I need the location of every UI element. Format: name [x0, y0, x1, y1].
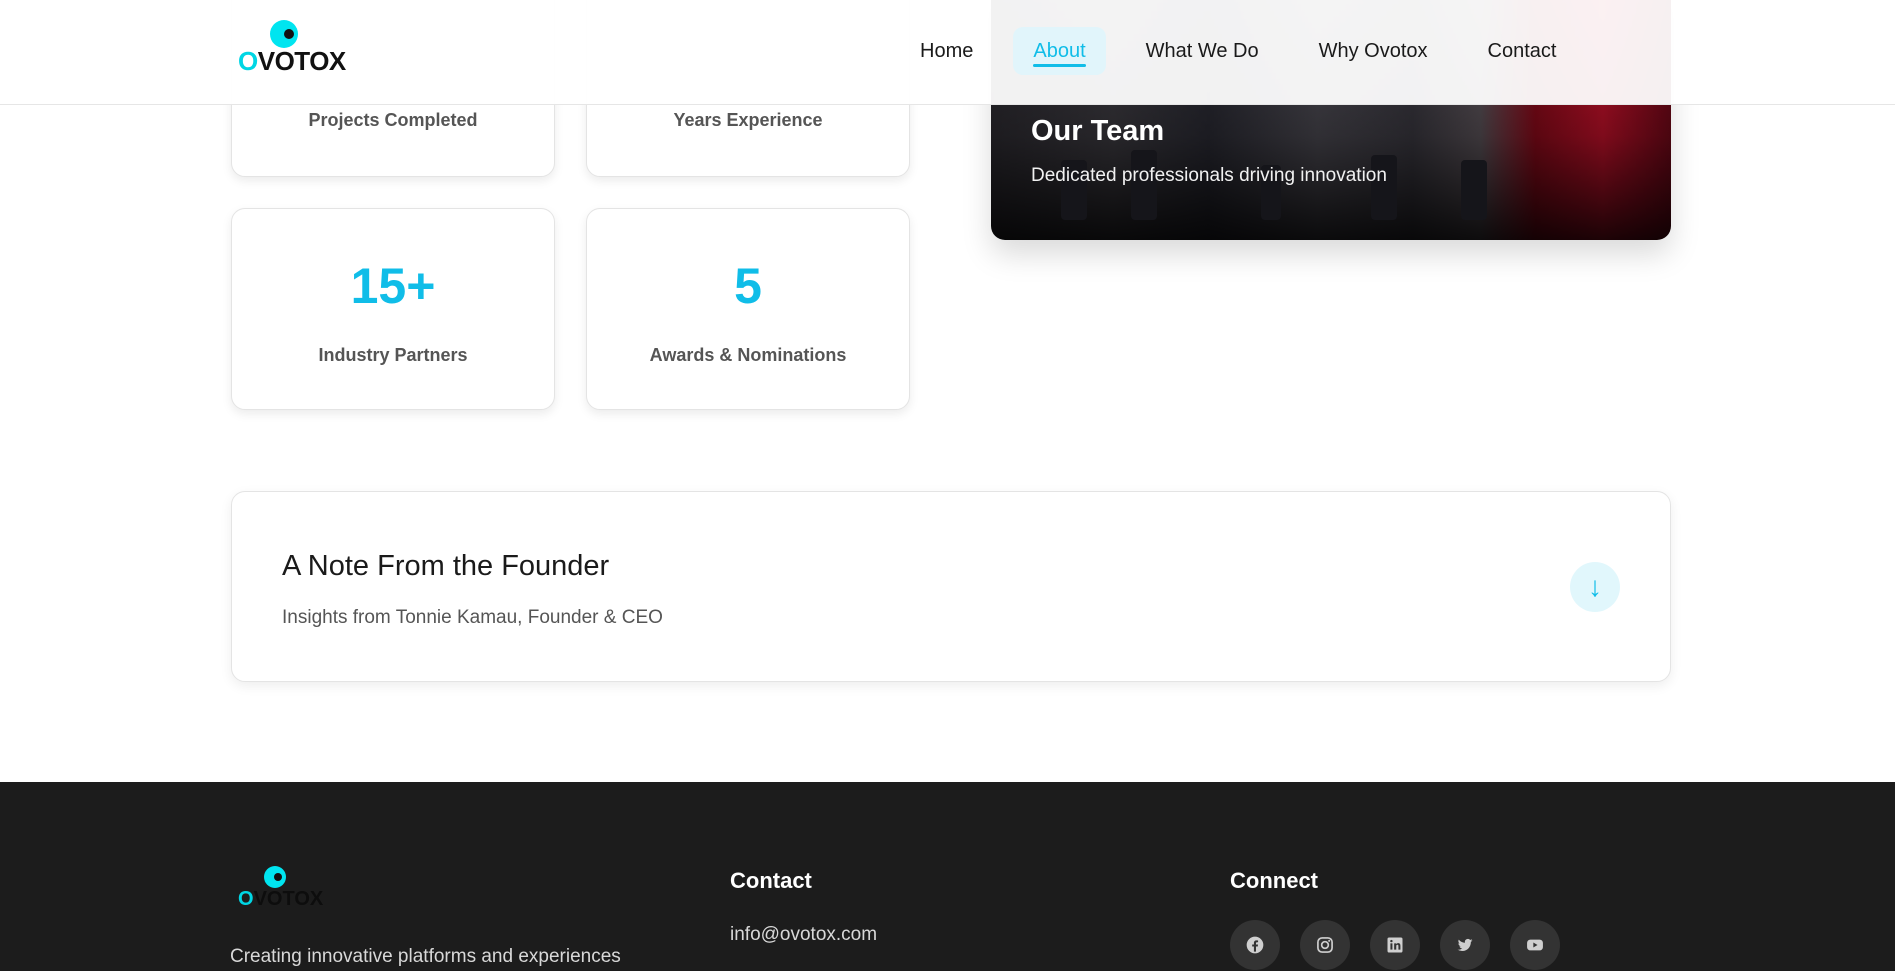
instagram-icon[interactable]	[1300, 920, 1350, 970]
team-title: Our Team	[1031, 115, 1165, 147]
footer-connect-title: Connect	[1230, 868, 1318, 893]
nav-why-ovotox[interactable]: Why Ovotox	[1299, 27, 1448, 75]
stat-card-partners: 15+ Industry Partners	[231, 208, 555, 410]
footer-email-link[interactable]: info@ovotox.com	[730, 924, 877, 946]
logo-wordmark: OVOTOX	[238, 888, 324, 910]
youtube-icon[interactable]	[1510, 920, 1560, 970]
logo-wordmark: OVOTOX	[238, 46, 346, 76]
stat-card-awards: 5 Awards & Nominations	[586, 208, 910, 410]
team-photo-detail	[1461, 160, 1487, 220]
site-footer: OVOTOX Creating innovative platforms and…	[0, 782, 1895, 971]
stat-label: Awards & Nominations	[649, 345, 847, 365]
team-subtitle: Dedicated professionals driving innovati…	[1031, 165, 1387, 186]
stat-number: 15+	[350, 258, 436, 314]
founder-note-card[interactable]: A Note From the Founder Insights from To…	[231, 491, 1671, 682]
expand-toggle-button[interactable]: ↓	[1570, 562, 1620, 612]
stat-number: 5	[734, 258, 762, 314]
footer-contact-title: Contact	[730, 868, 812, 893]
arrow-down-icon: ↓	[1588, 571, 1602, 602]
site-header: OVOTOX Home About What We Do Why Ovotox …	[0, 0, 1895, 105]
logo-pupil	[274, 873, 282, 881]
nav-about[interactable]: About	[1013, 27, 1106, 75]
stat-label: Years Experience	[673, 110, 823, 130]
social-links	[1230, 920, 1580, 970]
founder-note-title: A Note From the Founder	[282, 550, 610, 582]
nav-home[interactable]: Home	[900, 27, 993, 75]
linkedin-icon[interactable]	[1370, 920, 1420, 970]
footer-tagline: Creating innovative platforms and experi…	[230, 946, 621, 967]
facebook-icon[interactable]	[1230, 920, 1280, 970]
logo-pupil	[284, 29, 294, 39]
nav-what-we-do[interactable]: What We Do	[1126, 27, 1279, 75]
founder-note-subtitle: Insights from Tonnie Kamau, Founder & CE…	[282, 607, 663, 628]
nav-contact[interactable]: Contact	[1468, 27, 1577, 75]
stat-label: Industry Partners	[318, 345, 468, 365]
twitter-icon[interactable]	[1440, 920, 1490, 970]
main-nav: Home About What We Do Why Ovotox Contact	[900, 26, 1596, 76]
footer-logo[interactable]: OVOTOX	[236, 866, 323, 910]
ovotox-logo[interactable]: OVOTOX	[236, 20, 346, 76]
stat-label: Projects Completed	[308, 110, 478, 130]
